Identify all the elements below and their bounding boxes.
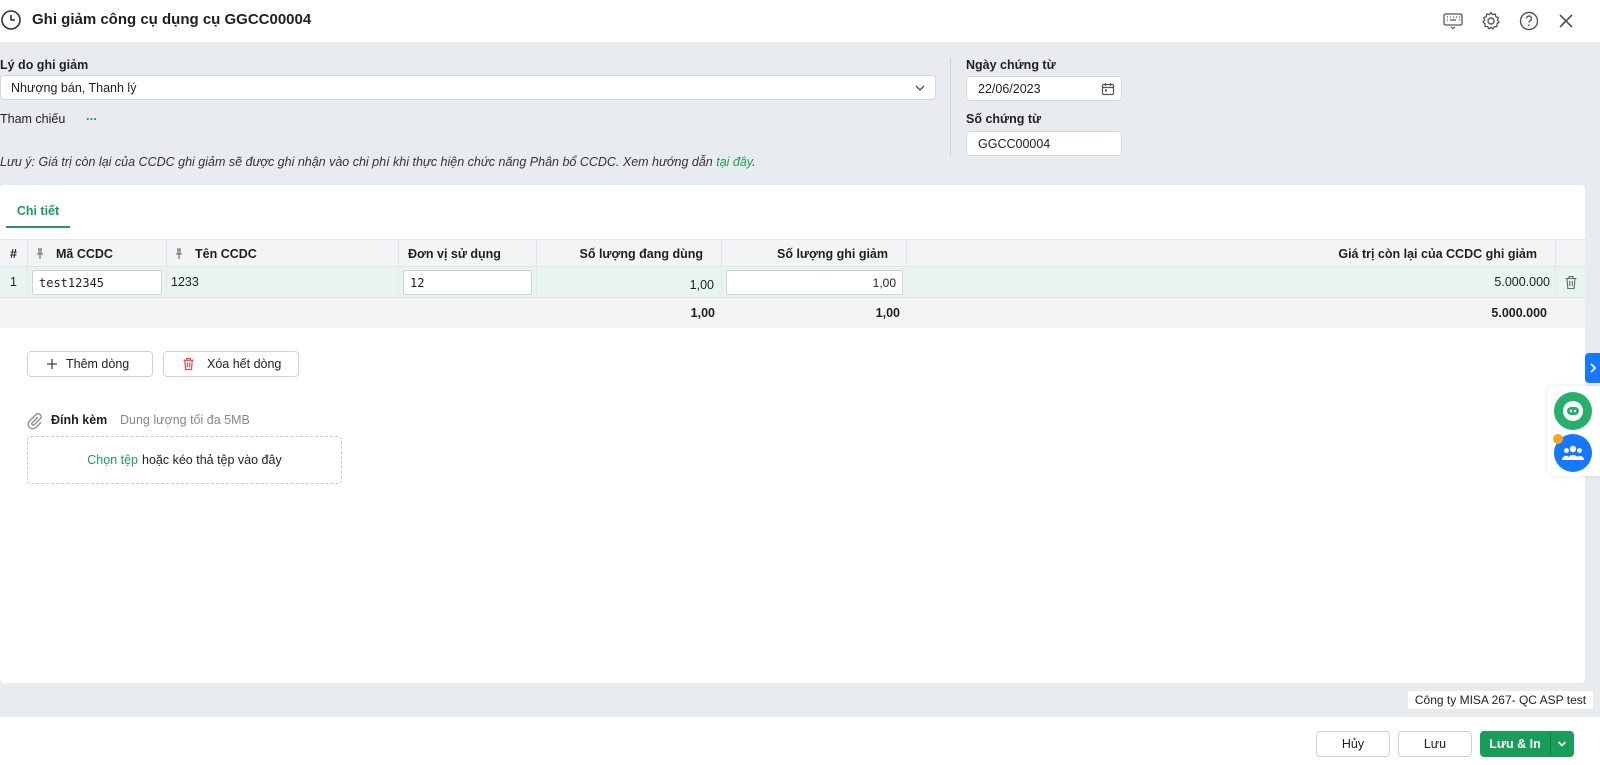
reference-more-button[interactable]: ... bbox=[86, 108, 97, 123]
note-text: Lưu ý: Giá trị còn lại của CCDC ghi giảm… bbox=[0, 155, 756, 169]
col-code[interactable]: Mã CCDC bbox=[28, 240, 167, 267]
reference-label: Tham chiếu bbox=[0, 112, 66, 126]
reason-select[interactable]: Nhượng bán, Thanh lý bbox=[0, 75, 936, 100]
table-header: # Mã CCDC Tên CCDC Đơn vị sử dụng Số lượ… bbox=[0, 239, 1585, 267]
date-input-value: 22/06/2023 bbox=[978, 81, 1041, 96]
chevron-down-icon bbox=[1557, 741, 1567, 747]
trash-icon bbox=[1565, 275, 1576, 289]
reason-select-value: Nhượng bán, Thanh lý bbox=[11, 80, 137, 95]
chatbot-button[interactable] bbox=[1554, 392, 1592, 430]
number-input[interactable]: GGCC00004 bbox=[966, 131, 1122, 156]
pin-icon[interactable] bbox=[173, 247, 185, 260]
calendar-icon[interactable] bbox=[1101, 82, 1115, 96]
save-print-button[interactable]: Lưu & In bbox=[1480, 731, 1550, 757]
chevron-right-icon bbox=[1589, 363, 1596, 373]
chatbot-icon bbox=[1563, 401, 1583, 421]
total-remaining-value: 5.000.000 bbox=[1491, 306, 1547, 320]
note-guide-link[interactable]: tại đây bbox=[716, 155, 752, 169]
row-name[interactable]: 1233 bbox=[167, 267, 399, 297]
date-input[interactable]: 22/06/2023 bbox=[966, 76, 1122, 101]
save-options-dropdown[interactable] bbox=[1550, 731, 1574, 757]
support-widget bbox=[1547, 386, 1600, 476]
notification-dot bbox=[1553, 434, 1563, 444]
total-qty-decrease: 1,00 bbox=[875, 306, 900, 320]
note-end: . bbox=[752, 155, 756, 169]
group-icon bbox=[1561, 445, 1585, 460]
note-body: Lưu ý: Giá trị còn lại của CCDC ghi giảm… bbox=[0, 155, 713, 169]
number-input-value: GGCC00004 bbox=[978, 136, 1051, 151]
col-qty-in-use: Số lượng đang dùng bbox=[537, 240, 722, 267]
col-code-label: Mã CCDC bbox=[56, 246, 113, 261]
delete-all-rows-button[interactable]: Xóa hết dòng bbox=[163, 351, 299, 377]
table-totals: 1,00 1,00 5.000.000 bbox=[0, 298, 1585, 328]
row-unit-input[interactable]: 12 bbox=[403, 270, 532, 295]
delete-all-rows-label: Xóa hết dòng bbox=[207, 357, 282, 371]
dialog-title: Ghi giảm công cụ dụng cụ GGCC00004 bbox=[32, 11, 312, 28]
gear-icon bbox=[1482, 11, 1500, 30]
settings-button[interactable] bbox=[1480, 10, 1502, 32]
choose-file-link[interactable]: Chọn tệp bbox=[87, 453, 138, 467]
col-unit: Đơn vị sử dụng bbox=[399, 240, 537, 267]
date-label: Ngày chứng từ bbox=[966, 58, 1056, 72]
row-qty-decrease-input[interactable]: 1,00 bbox=[726, 270, 903, 295]
company-name: Công ty MISA 267- QC ASP test bbox=[1408, 691, 1593, 709]
col-qty-decrease: Số lượng ghi giảm bbox=[722, 240, 907, 267]
attachment-hint: Dung lượng tối đa 5MB bbox=[120, 413, 250, 427]
chevron-down-icon bbox=[915, 85, 925, 91]
row-index: 1 bbox=[0, 267, 28, 297]
row-remaining-value[interactable]: 5.000.000 bbox=[907, 267, 1556, 297]
dialog-header: Ghi giảm công cụ dụng cụ GGCC00004 bbox=[0, 0, 1600, 42]
help-icon bbox=[1519, 11, 1539, 31]
col-index: # bbox=[0, 240, 28, 267]
attachment-label: Đính kèm bbox=[51, 413, 108, 427]
add-row-button[interactable]: Thêm dòng bbox=[27, 351, 153, 377]
keyboard-shortcut-button[interactable] bbox=[1442, 10, 1464, 32]
paperclip-icon bbox=[27, 413, 42, 430]
tab-detail[interactable]: Chi tiết bbox=[6, 204, 70, 228]
drop-text: hoặc kéo thả tệp vào đây bbox=[142, 453, 282, 467]
help-button[interactable] bbox=[1518, 10, 1540, 32]
reason-label: Lý do ghi giảm bbox=[0, 58, 89, 72]
plus-icon bbox=[47, 359, 57, 369]
side-panel-toggle[interactable] bbox=[1585, 353, 1600, 383]
close-icon bbox=[1559, 14, 1573, 28]
col-name-label: Tên CCDC bbox=[195, 246, 257, 261]
pin-icon[interactable] bbox=[34, 247, 46, 260]
close-button[interactable] bbox=[1555, 10, 1577, 32]
col-remaining-value: Giá trị còn lại của CCDC ghi giảm bbox=[907, 240, 1556, 267]
form-divider bbox=[950, 58, 951, 156]
cancel-button[interactable]: Hủy bbox=[1316, 731, 1390, 757]
save-button[interactable]: Lưu bbox=[1398, 731, 1472, 757]
row-qty-in-use: 1,00 bbox=[537, 267, 722, 297]
keyboard-icon bbox=[1443, 13, 1463, 29]
table-row[interactable]: 1 test12345 1233 12 1,00 1,00 5.000.000 bbox=[0, 267, 1585, 298]
trash-icon bbox=[183, 357, 194, 371]
row-delete-button[interactable] bbox=[1556, 267, 1585, 297]
number-label: Số chứng từ bbox=[966, 112, 1042, 126]
row-code-input[interactable]: test12345 bbox=[32, 270, 162, 295]
total-qty-in-use: 1,00 bbox=[690, 306, 715, 320]
add-row-label: Thêm dòng bbox=[66, 357, 130, 371]
file-dropzone[interactable]: Chọn tệp hoặc kéo thả tệp vào đây bbox=[27, 436, 342, 484]
col-name[interactable]: Tên CCDC bbox=[167, 240, 399, 267]
history-icon bbox=[1, 10, 21, 30]
